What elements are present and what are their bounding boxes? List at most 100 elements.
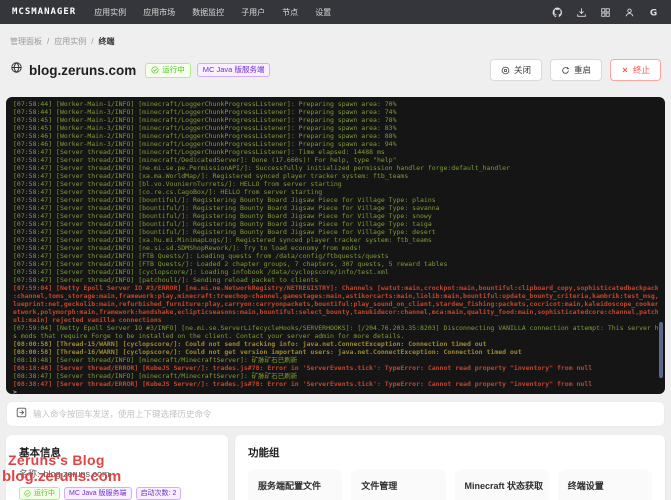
terminal-line: [07:58:47] [Server thread/INFO] [xa.ma.W… [13, 172, 658, 180]
nav-item-3[interactable]: 子用户 [241, 7, 265, 18]
terminal-line: [07:58:47] [Server thread/INFO] [ne.si.s… [13, 244, 658, 252]
terminal-line: [08:18:48] [Server thread/ERROR] [KubeJS… [13, 364, 658, 372]
check-circle-icon [24, 490, 31, 497]
terminal-line: etwork,polymorph:main,framework:handshak… [13, 308, 658, 316]
type-badge-small: MC Java 版服务端 [64, 487, 132, 500]
terminal-line: [07:58:46] [Worker-Main-2/INFO] [minecra… [13, 132, 658, 140]
terminal-line: [07:58:47] [Server thread/INFO] [bl.vo.V… [13, 180, 658, 188]
instance-name-value: blog.zeruns.com [44, 469, 110, 479]
power-icon [501, 66, 510, 75]
function-group-title: 功能组 [248, 445, 652, 460]
basic-info-card: 基本信息 名称: blog.zeruns.com 运行中 MC Java 版服务… [6, 435, 228, 500]
terminal-line: [07:58:47] [Server thread/INFO] [FTB Que… [13, 260, 658, 268]
nav-icons: G [552, 7, 659, 18]
terminal[interactable]: [07:58:44] [Worker-Main-1/INFO] [minecra… [6, 97, 665, 394]
status-badge: 运行中 [145, 63, 191, 78]
breadcrumb-separator: / [47, 37, 49, 46]
breadcrumb-item-0[interactable]: 管理面板 [10, 36, 42, 47]
instance-actions: 关闭 重启 终止 [490, 59, 661, 81]
terminal-line: [07:58:47] [Server thread/INFO] [bountif… [13, 204, 658, 212]
kill-button[interactable]: 终止 [610, 59, 661, 81]
top-navbar: MCSMANAGER 应用实例 应用市场 数据监控 子用户 节点 设置 G [0, 0, 671, 24]
function-card-title: 文件管理 [361, 479, 435, 492]
stop-button[interactable]: 关闭 [490, 59, 542, 81]
breadcrumb-separator: / [91, 37, 93, 46]
function-card-title: 服务端配置文件 [258, 479, 332, 492]
user-icon[interactable] [624, 7, 635, 18]
nav-item-5[interactable]: 设置 [315, 7, 331, 18]
terminal-line: [08:00:58] [Thread-16/WARN] [cyclopscore… [13, 348, 658, 356]
terminal-line: s mods that require Forge to be installe… [13, 332, 658, 340]
function-card-title: 终端设置 [568, 479, 642, 492]
terminal-line: lueprint:net,geckolib:main,refurbished_f… [13, 300, 658, 308]
page-body: 管理面板 / 应用实例 / 终端 blog.zeruns.com 运行中 MC Java… [0, 36, 671, 500]
svg-text:G: G [650, 8, 657, 17]
install-icon[interactable] [576, 7, 587, 18]
command-bar [6, 401, 665, 427]
close-icon [621, 66, 629, 74]
breadcrumb-item-1[interactable]: 应用实例 [54, 36, 86, 47]
github-icon[interactable] [552, 7, 563, 18]
breadcrumb-item-2: 终端 [98, 36, 114, 47]
terminal-line: [07:58:47] [Server thread/INFO] [bountif… [13, 228, 658, 236]
check-circle-icon [151, 66, 159, 74]
terminal-line: [08:18:48] [Server thread/INFO] [minecra… [13, 356, 658, 364]
instance-icon [10, 61, 23, 79]
terminal-line: [07:59:04] [Netty Epoll Server IO #3/INF… [13, 324, 658, 332]
terminal-line: [07:58:47] [Server thread/INFO] [xa.hu.m… [13, 236, 658, 244]
app-logo: MCSMANAGER [12, 7, 76, 17]
terminal-line: > [13, 388, 658, 394]
function-group-card: 功能组 服务端配置文件前往 → 文件管理前往 → Minecraft 状态获取前往 … [235, 435, 665, 500]
terminal-line: [07:58:46] [Worker-Main-3/INFO] [minecra… [13, 140, 658, 148]
terminal-line: [07:58:47] [Server thread/INFO] [bountif… [13, 212, 658, 220]
bottom-cards: 基本信息 名称: blog.zeruns.com 运行中 MC Java 版服务… [6, 435, 665, 500]
function-card-title: Minecraft 状态获取 [465, 479, 539, 492]
terminal-line: [07:58:47] [Server thread/INFO] [ne.mi.s… [13, 164, 658, 172]
apps-icon[interactable] [600, 7, 611, 18]
function-card-0: 服务端配置文件前往 → [248, 469, 342, 500]
start-count-badge: 启动次数: 2 [136, 487, 182, 500]
instance-badges-row: 运行中 MC Java 版服务端 启动次数: 2 [19, 487, 215, 500]
breadcrumb: 管理面板 / 应用实例 / 终端 [10, 36, 661, 47]
terminal-line: [07:58:44] [Worker-Main-1/INFO] [minecra… [13, 100, 658, 108]
nav-item-4[interactable]: 节点 [282, 7, 298, 18]
terminal-line: [07:58:44] [Worker-Main-3/INFO] [minecra… [13, 108, 658, 116]
terminal-line: [07:58:45] [Worker-Main-3/INFO] [minecra… [13, 124, 658, 132]
function-cards: 服务端配置文件前往 → 文件管理前往 → Minecraft 状态获取前往 → 终端设… [248, 469, 652, 500]
terminal-scrollbar[interactable] [659, 322, 663, 378]
terminal-line: [08:38:47] [Server thread/INFO] [minecra… [13, 372, 658, 380]
restart-button[interactable]: 重启 [550, 59, 602, 81]
terminal-line: [07:58:47] [Server thread/INFO] [patchou… [13, 276, 658, 284]
terminal-line: [07:58:45] [Worker-Main-1/INFO] [minecra… [13, 116, 658, 124]
instance-title: blog.zeruns.com [29, 63, 136, 78]
function-card-1: 文件管理前往 → [351, 469, 445, 500]
terminal-line: [07:58:47] [Server thread/INFO] [bountif… [13, 220, 658, 228]
nav-menu: 应用实例 应用市场 数据监控 子用户 节点 设置 [94, 7, 331, 18]
restart-icon [561, 66, 570, 75]
terminal-line: [08:38:47] [Server thread/ERROR] [KubeJS… [13, 380, 658, 388]
status-badge-small: 运行中 [19, 487, 60, 500]
terminal-line: [07:58:47] [Server thread/INFO] [co.re.c… [13, 188, 658, 196]
terminal-line: [07:58:47] [Server thread/INFO] [FTB Que… [13, 252, 658, 260]
terminal-log: [07:58:44] [Worker-Main-1/INFO] [minecra… [13, 100, 658, 394]
nav-item-0[interactable]: 应用实例 [94, 7, 126, 18]
instance-header: blog.zeruns.com 运行中 MC Java 版服务端 关闭 重启 终… [10, 57, 661, 83]
language-icon[interactable]: G [648, 7, 659, 18]
keyboard-icon [16, 405, 27, 423]
terminal-line: uli:main] rejected vanilla connections [13, 316, 658, 324]
terminal-line: [07:58:47] [Server thread/INFO] [minecra… [13, 148, 658, 156]
function-card-2: Minecraft 状态获取前往 → [455, 469, 549, 500]
type-badge: MC Java 版服务端 [197, 63, 271, 78]
terminal-line: :channel,toms_storage:main,framework:pla… [13, 292, 658, 300]
terminal-line: [07:58:47] [Server thread/INFO] [bountif… [13, 196, 658, 204]
function-card-3: 终端设置前往 → [558, 469, 652, 500]
nav-item-1[interactable]: 应用市场 [143, 7, 175, 18]
terminal-line: [08:00:58] [Thread-15/WARN] [cyclopscore… [13, 340, 658, 348]
command-input[interactable] [33, 409, 655, 419]
terminal-line: [07:58:47] [Server thread/INFO] [cyclops… [13, 268, 658, 276]
nav-item-2[interactable]: 数据监控 [192, 7, 224, 18]
instance-name-row: 名称: blog.zeruns.com [19, 467, 215, 480]
terminal-line: [07:59:04] [Netty Epoll Server IO #3/ERR… [13, 284, 658, 292]
terminal-line: [07:58:47] [Server thread/INFO] [minecra… [13, 156, 658, 164]
basic-info-title: 基本信息 [19, 445, 215, 460]
